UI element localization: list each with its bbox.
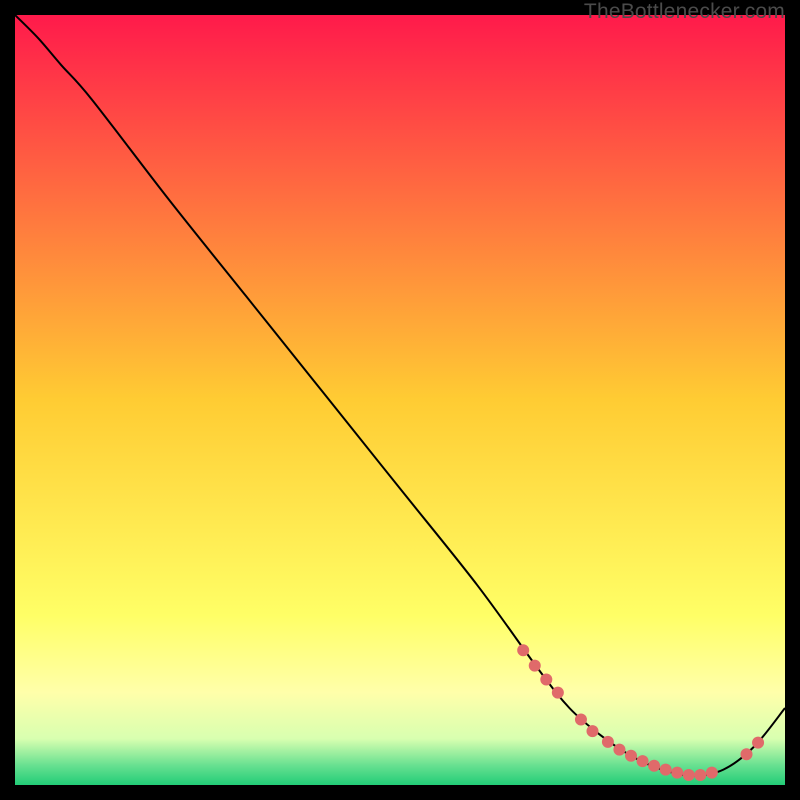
bottleneck-chart bbox=[15, 15, 785, 785]
data-marker bbox=[602, 736, 614, 748]
data-marker bbox=[671, 767, 683, 779]
data-marker bbox=[613, 744, 625, 756]
data-marker bbox=[741, 748, 753, 760]
data-marker bbox=[575, 714, 587, 726]
data-marker bbox=[683, 769, 695, 781]
data-marker bbox=[694, 769, 706, 781]
data-marker bbox=[660, 764, 672, 776]
data-marker bbox=[637, 755, 649, 767]
data-marker bbox=[752, 737, 764, 749]
data-marker bbox=[625, 750, 637, 762]
data-marker bbox=[648, 760, 660, 772]
chart-frame bbox=[15, 15, 785, 785]
data-marker bbox=[529, 660, 541, 672]
watermark-text: TheBottlenecker.com bbox=[584, 0, 785, 24]
data-marker bbox=[517, 644, 529, 656]
data-marker bbox=[540, 674, 552, 686]
chart-background bbox=[15, 15, 785, 785]
data-marker bbox=[706, 767, 718, 779]
data-marker bbox=[552, 687, 564, 699]
data-marker bbox=[587, 725, 599, 737]
